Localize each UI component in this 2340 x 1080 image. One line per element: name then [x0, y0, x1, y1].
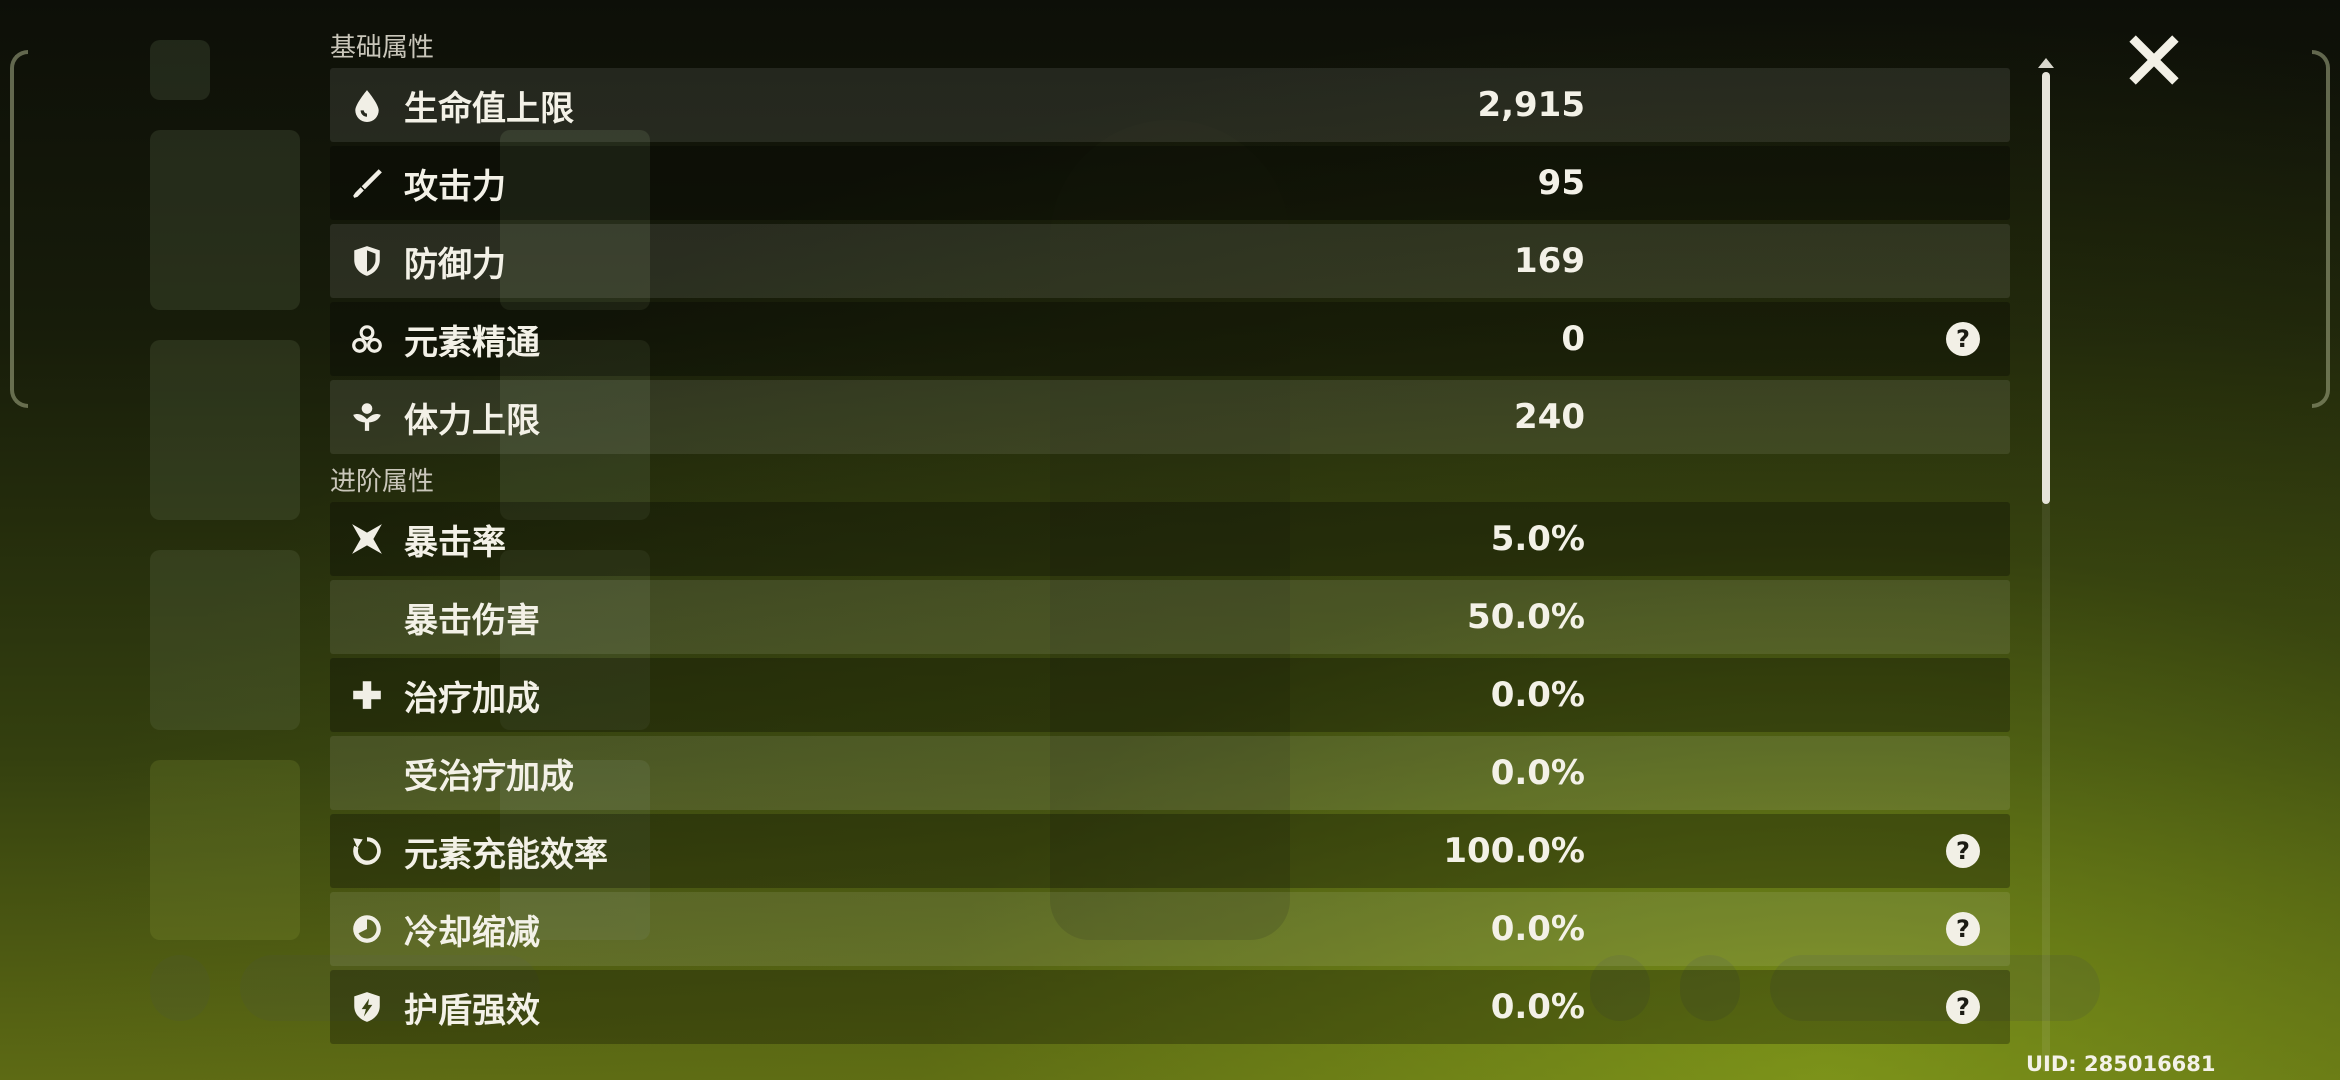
stat-value: 5.0%: [1490, 519, 1585, 559]
stat-value: 0.0%: [1490, 987, 1585, 1027]
crit-star-icon: [330, 502, 404, 576]
stat-value: 0.0%: [1490, 753, 1585, 793]
scrollbar-thumb[interactable]: [2042, 72, 2050, 504]
stat-label: 暴击伤害: [404, 600, 540, 641]
stat-value: 0.0%: [1490, 909, 1585, 949]
stat-row-shield-strength: 护盾强效 0.0% ?: [330, 970, 2010, 1044]
stat-label: 受治疗加成: [404, 756, 574, 797]
scroll-up-arrow-icon[interactable]: [2038, 58, 2054, 68]
stat-icon-placeholder: [330, 736, 404, 810]
stat-row-healing-bonus: 治疗加成 0.0%: [330, 658, 2010, 732]
right-edge-frame: [2312, 50, 2330, 408]
stat-label: 元素精通: [404, 322, 540, 363]
bg-avatar: [150, 40, 210, 100]
stat-label: 冷却缩减: [404, 912, 540, 953]
stat-label: 元素充能效率: [404, 834, 608, 875]
water-drop-icon: [330, 68, 404, 142]
stat-row-max-stamina: 体力上限 240: [330, 380, 2010, 454]
attribute-detail-panel: 基础属性 生命值上限 2,915 攻击力 95 防御力 169 元素精通 0 ?…: [330, 28, 2010, 1048]
bg-character-card: [150, 550, 300, 730]
energy-recharge-icon: [330, 814, 404, 888]
healing-plus-icon: [330, 658, 404, 732]
advanced-attributes-title: 进阶属性: [330, 467, 435, 497]
left-edge-frame: [10, 50, 28, 408]
stat-row-max-hp: 生命值上限 2,915: [330, 68, 2010, 142]
stat-row-incoming-healing: 受治疗加成 0.0%: [330, 736, 2010, 810]
stat-value: 50.0%: [1467, 597, 1585, 637]
stat-row-elemental-mastery: 元素精通 0 ?: [330, 302, 2010, 376]
close-icon: [2129, 35, 2179, 85]
player-uid: UID: 285016681: [2026, 1052, 2216, 1076]
stat-value: 169: [1514, 241, 1585, 281]
help-button[interactable]: ?: [1946, 322, 1980, 356]
stat-value: 240: [1514, 397, 1585, 437]
shield-strength-icon: [330, 970, 404, 1044]
bg-character-card: [150, 760, 300, 940]
stat-label: 生命值上限: [404, 88, 574, 129]
stat-label: 攻击力: [404, 166, 506, 207]
help-button[interactable]: ?: [1946, 990, 1980, 1024]
bg-filter-button: [150, 955, 210, 1021]
stat-value: 0: [1561, 319, 1585, 359]
bg-character-card: [150, 130, 300, 310]
stat-value: 0.0%: [1490, 675, 1585, 715]
help-button[interactable]: ?: [1946, 912, 1980, 946]
stat-row-energy-recharge: 元素充能效率 100.0% ?: [330, 814, 2010, 888]
bg-character-card: [150, 340, 300, 520]
close-button[interactable]: [2124, 30, 2184, 90]
stat-label: 护盾强效: [404, 990, 540, 1031]
stat-label: 体力上限: [404, 400, 540, 441]
stat-row-crit-damage: 暴击伤害 50.0%: [330, 580, 2010, 654]
stat-label: 暴击率: [404, 522, 506, 563]
stamina-icon: [330, 380, 404, 454]
help-button[interactable]: ?: [1946, 834, 1980, 868]
stat-row-attack: 攻击力 95: [330, 146, 2010, 220]
elemental-mastery-icon: [330, 302, 404, 376]
shield-icon: [330, 224, 404, 298]
stat-icon-placeholder: [330, 580, 404, 654]
sword-icon: [330, 146, 404, 220]
stat-value: 100.0%: [1443, 831, 1585, 871]
stat-row-defense: 防御力 169: [330, 224, 2010, 298]
stat-value: 95: [1537, 163, 1585, 203]
cooldown-icon: [330, 892, 404, 966]
stat-label: 防御力: [404, 244, 506, 285]
stat-row-crit-rate: 暴击率 5.0%: [330, 502, 2010, 576]
stat-value: 2,915: [1477, 85, 1585, 125]
stat-label: 治疗加成: [404, 678, 540, 719]
base-attributes-title: 基础属性: [330, 33, 435, 63]
stat-row-cd-reduction: 冷却缩减 0.0% ?: [330, 892, 2010, 966]
